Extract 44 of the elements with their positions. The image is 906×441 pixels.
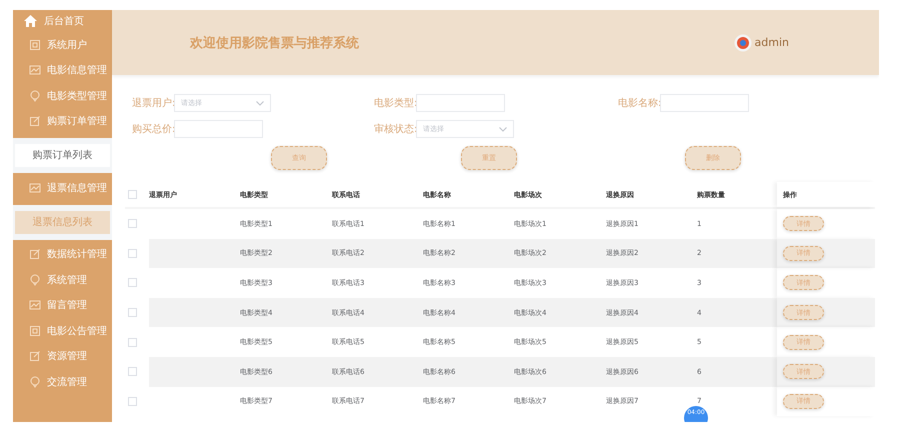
sidebar-item[interactable]: 退票信息管理 bbox=[47, 180, 107, 195]
sidebar-item[interactable]: 电影类型管理 bbox=[47, 88, 107, 103]
edit-icon bbox=[29, 115, 41, 128]
sidebar-item[interactable]: 系统管理 bbox=[47, 272, 87, 287]
home-icon bbox=[24, 15, 37, 27]
username[interactable]: admin bbox=[754, 36, 789, 49]
picture-icon bbox=[29, 299, 41, 312]
sidebar-item[interactable]: 购票订单管理 bbox=[47, 114, 107, 128]
field-label: 购买总价: bbox=[132, 122, 174, 136]
checkbox[interactable] bbox=[128, 190, 137, 199]
field-label: 电影名称: bbox=[618, 96, 660, 110]
field-label: 电影类型: bbox=[374, 96, 416, 110]
caret-icon bbox=[256, 100, 264, 106]
checkbox[interactable] bbox=[128, 338, 137, 347]
checkbox[interactable] bbox=[128, 248, 137, 258]
picture-icon bbox=[29, 182, 41, 194]
home-link[interactable]: 后台首页 bbox=[44, 14, 84, 28]
bulb-icon bbox=[29, 90, 41, 102]
submenu-item[interactable]: 退票信息列表 bbox=[15, 210, 110, 234]
sidebar-item[interactable]: 交流管理 bbox=[47, 374, 87, 389]
avatar-icon bbox=[734, 34, 752, 52]
checkbox[interactable] bbox=[128, 219, 137, 228]
checkbox[interactable] bbox=[128, 367, 137, 376]
field-label: 审核状态: bbox=[374, 122, 416, 136]
caret-icon bbox=[499, 126, 507, 132]
bulb-icon bbox=[29, 274, 41, 286]
sidebar-item[interactable]: 电影信息管理 bbox=[47, 63, 107, 78]
field-label: 退票用户: bbox=[132, 96, 174, 110]
bulb-icon bbox=[29, 376, 41, 388]
page-title: 欢迎使用影院售票与推荐系统 bbox=[190, 34, 359, 52]
sidebar-item[interactable]: 系统用户 bbox=[47, 38, 87, 52]
sidebar-item[interactable]: 数据统计管理 bbox=[47, 247, 107, 262]
sidebar-item[interactable]: 留言管理 bbox=[47, 298, 87, 312]
edit-icon bbox=[29, 248, 41, 260]
sidebar-item[interactable]: 电影公告管理 bbox=[47, 324, 107, 338]
edit-icon bbox=[29, 350, 41, 362]
checkbox[interactable] bbox=[128, 278, 137, 288]
square-icon bbox=[29, 38, 41, 51]
checkbox[interactable] bbox=[128, 396, 137, 406]
square-icon bbox=[29, 324, 41, 337]
submenu-item[interactable]: 购票订单列表 bbox=[15, 144, 110, 167]
picture-icon bbox=[29, 64, 41, 76]
sidebar-item[interactable]: 资源管理 bbox=[47, 349, 87, 364]
checkbox[interactable] bbox=[128, 308, 137, 318]
